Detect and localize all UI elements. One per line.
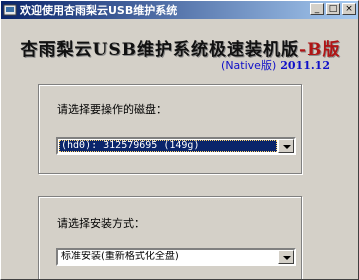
close-button[interactable]: × [342,3,356,15]
disk-groupbox: 请选择要操作的磁盘： (hd0): 312579695 (149g) [38,84,302,174]
edition-label: (Native版) [221,59,277,72]
chevron-down-icon[interactable] [278,250,294,264]
install-groupbox: 请选择安装方式： 标准安装(重新格式化全盘) [38,196,302,279]
banner-subtitle: (Native版) 2011.12 [221,57,330,73]
minimize-button[interactable]: _ [310,3,324,15]
disk-select-value: (hd0): 312579695 (149g) [59,140,277,152]
release-date: 2011.12 [280,59,330,72]
chevron-down-icon[interactable] [278,139,294,153]
install-mode-select[interactable]: 标准安装(重新格式化全盘) [56,248,296,266]
caption-buttons: _ □ × [310,3,356,15]
app-icon [3,4,17,16]
installer-window: 欢迎使用杏雨梨云USB维护系统 _ □ × 杏雨梨云USB维护系统极速装机版-B… [0,0,359,280]
disk-select-label: 请选择要操作的磁盘： [57,103,167,116]
install-mode-value: 标准安装(重新格式化全盘) [61,251,179,262]
maximize-button[interactable]: □ [326,3,340,15]
window-title: 欢迎使用杏雨梨云USB维护系统 [20,4,178,17]
install-mode-label: 请选择安装方式： [57,217,145,230]
disk-select[interactable]: (hd0): 312579695 (149g) [56,137,296,155]
title-bar[interactable]: 欢迎使用杏雨梨云USB维护系统 _ □ × [1,1,358,19]
